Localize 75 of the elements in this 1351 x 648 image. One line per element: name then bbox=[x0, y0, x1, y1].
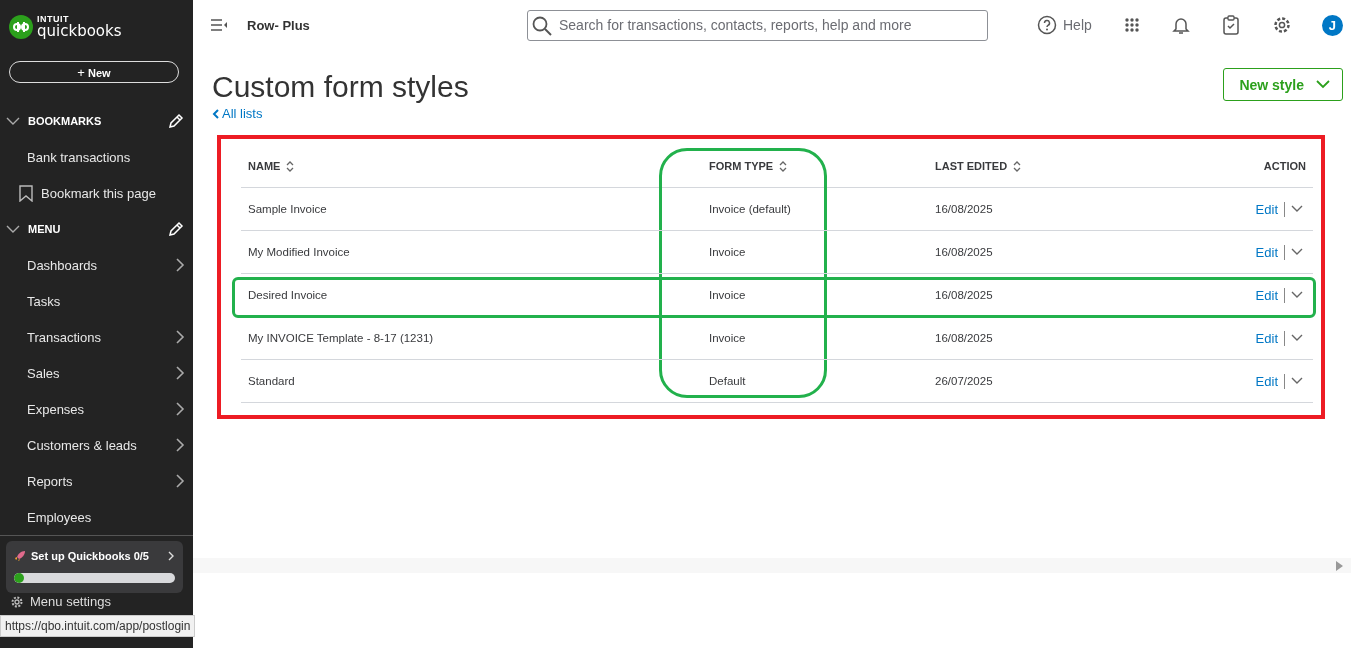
table-cell-text: Sample Invoice bbox=[247, 203, 328, 215]
nav-item[interactable]: Employees bbox=[0, 499, 193, 535]
page-title: Custom form styles bbox=[212, 69, 469, 105]
chevron-icon bbox=[212, 108, 219, 119]
scroll-arrow-icon[interactable] bbox=[1335, 560, 1343, 571]
brand-name: quickbooks bbox=[37, 24, 122, 39]
back-link[interactable]: All lists bbox=[212, 106, 469, 121]
chevron-icon[interactable] bbox=[1291, 334, 1303, 342]
bookmark-icon bbox=[19, 184, 33, 202]
column-header[interactable]: NAME bbox=[248, 160, 281, 172]
settings-icon[interactable] bbox=[1271, 15, 1292, 35]
pencil-icon[interactable] bbox=[168, 113, 184, 129]
nav-item[interactable]: Reports bbox=[0, 463, 193, 499]
search-icon bbox=[532, 15, 552, 36]
clipboard-icon[interactable] bbox=[1222, 15, 1239, 35]
nav-item[interactable]: Dashboards bbox=[0, 247, 193, 283]
nav-item[interactable]: Transactions bbox=[0, 319, 193, 355]
table-cell-text: 16/08/2025 bbox=[934, 289, 994, 301]
column-header: ACTION bbox=[1263, 160, 1306, 172]
column-header[interactable]: FORM TYPE bbox=[709, 160, 774, 172]
help-link[interactable]: Help bbox=[1037, 15, 1092, 35]
chevron-icon bbox=[1316, 80, 1330, 89]
search-field[interactable]: Search for transactions, contacts, reports, help and more bbox=[527, 9, 988, 41]
section-heading: MENU bbox=[28, 223, 62, 235]
gear-icon bbox=[10, 594, 24, 609]
nav-item[interactable]: Bookmark this page bbox=[0, 175, 193, 211]
nav-item[interactable]: Customers & leads bbox=[0, 427, 193, 463]
table-cell-text: Invoice (default) bbox=[708, 203, 792, 215]
status-url-tooltip: https://qbo.intuit.com/app/postlogin bbox=[0, 615, 196, 637]
logo-icon bbox=[9, 15, 33, 39]
avatar[interactable]: J bbox=[1321, 14, 1343, 36]
edit-link[interactable]: Edit bbox=[1255, 244, 1278, 260]
table-cell-text: Invoice bbox=[708, 246, 747, 258]
table-cell-text: Invoice bbox=[708, 332, 747, 344]
bell-icon[interactable] bbox=[1171, 15, 1190, 35]
edit-link[interactable]: Edit bbox=[1255, 373, 1278, 389]
chevron-icon[interactable] bbox=[1291, 377, 1303, 385]
table-cell-text: 26/07/2025 bbox=[934, 375, 994, 387]
chevron-icon[interactable] bbox=[1291, 248, 1303, 256]
sort-icon[interactable] bbox=[286, 160, 295, 172]
pencil-icon[interactable] bbox=[168, 221, 184, 237]
chevron-icon[interactable] bbox=[6, 116, 20, 126]
nav-item[interactable]: Tasks bbox=[0, 283, 193, 319]
setup-label: Set up Quickbooks 0/5 bbox=[31, 550, 150, 562]
table-cell-text: 16/08/2025 bbox=[934, 203, 994, 215]
chevron-icon[interactable] bbox=[6, 224, 20, 234]
table-cell-text: 16/08/2025 bbox=[934, 246, 994, 258]
edit-link[interactable]: Edit bbox=[1255, 287, 1278, 303]
edit-link[interactable]: Edit bbox=[1255, 201, 1278, 217]
section-heading: BOOKMARKS bbox=[28, 115, 103, 127]
table-cell-text: Standard bbox=[247, 375, 296, 387]
table-cell-text: My Modified Invoice bbox=[247, 246, 351, 258]
collapse-menu-icon[interactable] bbox=[210, 19, 228, 31]
chevron-icon[interactable] bbox=[1291, 291, 1303, 299]
nav-item[interactable]: Sales bbox=[0, 355, 193, 391]
chevron-icon bbox=[167, 550, 175, 562]
sort-icon[interactable] bbox=[1013, 160, 1022, 172]
setup-card[interactable]: Set up Quickbooks 0/5 bbox=[6, 541, 183, 593]
chevron-icon[interactable] bbox=[1291, 205, 1303, 213]
menu-settings-link[interactable]: Menu settings bbox=[0, 593, 193, 610]
column-header[interactable]: LAST EDITED bbox=[935, 160, 1008, 172]
help-icon bbox=[1037, 15, 1057, 35]
table-cell-text: Desired Invoice bbox=[247, 289, 329, 301]
table-cell-text: Invoice bbox=[708, 289, 747, 301]
table-cell-text: My INVOICE Template - 8-17 (1231) bbox=[247, 332, 435, 344]
rocket-icon bbox=[14, 550, 26, 562]
table-cell-text: 16/08/2025 bbox=[934, 332, 994, 344]
nav-item[interactable]: Bank transactions bbox=[0, 139, 193, 175]
edit-link[interactable]: Edit bbox=[1255, 330, 1278, 346]
company-name: Row- Plus bbox=[247, 17, 311, 33]
table-cell-text: Default bbox=[708, 375, 747, 387]
nav-item[interactable]: Expenses bbox=[0, 391, 193, 427]
brand-label: INTUIT bbox=[37, 15, 70, 24]
sort-icon[interactable] bbox=[779, 160, 788, 172]
apps-grid-icon[interactable] bbox=[1124, 18, 1139, 32]
